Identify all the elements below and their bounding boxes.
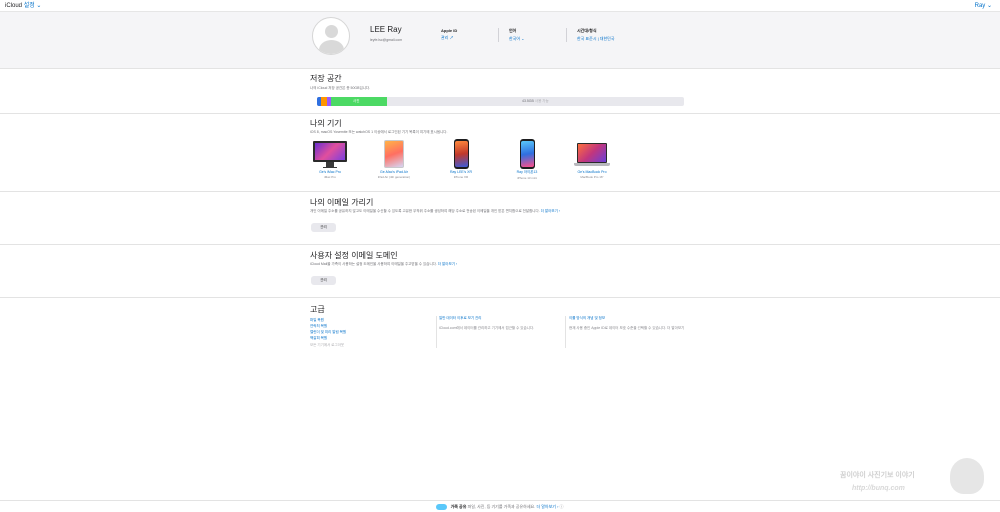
watermark-url: http://bunq.com: [852, 485, 905, 492]
device-item[interactable]: Ray LEE's XR iPhone XR: [438, 139, 484, 179]
timezone-label: 시간대/형식: [577, 28, 597, 33]
avatar-body-shape: [319, 40, 344, 54]
section-divider: [0, 297, 1000, 298]
footer: 가족 공유 파일, 사진, 등 기기를 가족과 공유하세요. 더 알아보기 › …: [0, 500, 1000, 511]
info-icon[interactable]: ⓘ: [560, 504, 564, 509]
device-model: iPad Air (4th generation): [377, 175, 411, 179]
custom-domain-description: iCloud Mail을 가족이 사용하는 설정 도메인을 사용하여 이메일을 …: [310, 262, 437, 266]
timezone-section: 시간대/형식 한국 표준시 | 대한민국: [577, 28, 615, 42]
icloud-logo: iCloud: [5, 3, 23, 9]
profile-name: LEE Ray: [370, 25, 402, 34]
section-divider: [0, 113, 1000, 114]
restore-calendars-link[interactable]: 캘린더 및 미리 알림 복원: [310, 330, 346, 335]
chevron-down-icon: ⌄: [36, 3, 42, 9]
advanced-data-column: 일반 데이터 이후로 보기 관리 iCloud.com에서 데이터를 관리하고 …: [439, 316, 559, 331]
external-link-icon: ↗: [449, 35, 454, 40]
advanced-data-title[interactable]: 일반 데이터 이후로 보기 관리: [439, 316, 559, 321]
advanced-data-description: iCloud.com에서 데이터를 관리하고 기기에서 접근할 수 있습니다.: [439, 326, 535, 330]
footer-learn-more-link[interactable]: 더 알아보기 ›: [536, 504, 558, 509]
divider: [566, 28, 567, 42]
custom-domain-subtitle: iCloud Mail을 가족이 사용하는 설정 도메인을 사용하여 이메일을 …: [310, 262, 457, 267]
user-menu[interactable]: Ray ⌄: [975, 0, 992, 12]
hide-email-description: 개인 이메일 주소를 공유하지 않고도 이메일을 수신할 수 있도록 고유한 무…: [310, 209, 540, 213]
ipad-icon: [384, 139, 404, 169]
sign-out-all-link[interactable]: 모든 기기에서 로그아웃: [310, 343, 344, 348]
custom-domain-learn-more-link[interactable]: 더 알아보기 ›: [438, 262, 457, 266]
advanced-protection-column: 이를 방식의 개념 및 정보 현재 사용 중인 Apple ID로 데이터 보호…: [569, 316, 689, 331]
restore-files-link[interactable]: 파일 복원: [310, 318, 324, 323]
apple-id-manage-link[interactable]: 관리 ↗: [441, 35, 457, 41]
avatar-head-shape: [325, 25, 338, 38]
apple-id-manage-label: 관리: [441, 35, 449, 40]
mascot-logo-icon: [950, 458, 984, 494]
device-item[interactable]: Ge's iMac Pro iMac Pro: [307, 139, 353, 179]
storage-photos-label: 사진: [353, 99, 360, 103]
family-sharing-icon: [436, 503, 448, 510]
chevron-down-icon: ⌄: [986, 3, 992, 9]
iphone-icon: [519, 139, 535, 169]
avatar[interactable]: [312, 17, 350, 55]
custom-domain-manage-button[interactable]: 관리: [311, 276, 336, 285]
app-brand[interactable]: iCloud 설정 ⌄: [5, 0, 41, 12]
watermark-text: 꿈이야이 사진기보 이야기: [840, 472, 915, 479]
imac-icon: [313, 139, 347, 169]
macbook-icon: [574, 139, 610, 169]
divider: [436, 316, 437, 348]
profile-email: leyfe.lsc@gmail.com: [370, 38, 403, 42]
device-model: iPhone 13 mini: [517, 176, 537, 180]
storage-free-amount: 43.5GB: [522, 99, 534, 103]
storage-free-text: 43.5GB 사용 가능: [522, 97, 549, 106]
section-divider: [0, 191, 1000, 192]
app-title: 설정: [23, 3, 35, 9]
advanced-protection-description: 현재 사용 중인 Apple ID로 데이터 보호 수준을 선택할 수 있습니다…: [569, 326, 685, 330]
device-model: MacBook Pro 16": [580, 175, 604, 179]
device-item[interactable]: Ge-Mac's iPad Air iPad Air (4th generati…: [371, 139, 417, 179]
hide-email-manage-button[interactable]: 관리: [311, 223, 336, 232]
device-name: Ge-Mac's iPad Air: [380, 170, 408, 174]
device-item[interactable]: Ge's MacBook Pro MacBook Pro 16": [569, 139, 615, 179]
apple-id-label: Apple ID: [441, 28, 458, 33]
user-menu-label: Ray: [974, 3, 986, 9]
top-bar: iCloud 설정 ⌄ Ray ⌄: [0, 0, 1000, 12]
devices-subtitle: iOS 8, macOS Yosemite 또는 watchOS 1 이상에서 …: [310, 130, 448, 134]
divider: [565, 316, 566, 348]
device-model: iMac Pro: [324, 175, 336, 179]
timezone-selector[interactable]: 한국 표준시 | 대한민국: [577, 36, 615, 42]
profile-header: LEE Ray leyfe.lsc@gmail.com Apple ID 관리 …: [0, 12, 1000, 69]
custom-domain-title: 사용자 설정 이메일 도메인: [310, 251, 398, 260]
footer-text: 파일, 사진, 등 기기를 가족과 공유하세요.: [467, 504, 536, 509]
device-name: Ge's iMac Pro: [319, 170, 341, 174]
device-model: iPhone XR: [453, 175, 469, 179]
advanced-protection-title[interactable]: 이를 방식의 개념 및 정보: [569, 316, 689, 321]
device-name: Ray 아이폰13: [516, 170, 538, 174]
hide-email-subtitle: 개인 이메일 주소를 공유하지 않고도 이메일을 수신할 수 있도록 고유한 무…: [310, 209, 560, 214]
language-label: 언어: [509, 28, 517, 33]
device-name: Ge's MacBook Pro: [577, 170, 607, 174]
storage-free-suffix: 사용 가능: [534, 99, 549, 103]
devices-title: 나의 기기: [310, 119, 342, 128]
device-name: Ray LEE's XR: [449, 170, 473, 174]
chevron-down-icon: ⌄: [521, 36, 525, 41]
language-selector[interactable]: 한국어 ⌄: [509, 36, 525, 42]
device-item[interactable]: Ray 아이폰13 iPhone 13 mini: [504, 139, 550, 180]
storage-bar[interactable]: 사진 43.5GB 사용 가능: [317, 97, 684, 106]
language-section: 언어 한국어 ⌄: [509, 28, 525, 42]
language-value: 한국어: [509, 36, 521, 41]
restore-contacts-link[interactable]: 연락처 복원: [310, 324, 327, 329]
restore-bookmarks-link[interactable]: 책갈피 복원: [310, 336, 327, 341]
iphone-icon: [453, 139, 469, 169]
section-divider: [0, 244, 1000, 245]
hide-email-learn-more-link[interactable]: 더 알아보기 ›: [541, 209, 560, 213]
storage-subtitle: 나의 iCloud 저장 공간은 총 50GB입니다.: [310, 86, 371, 90]
advanced-title: 고급: [310, 305, 325, 314]
storage-title: 저장 공간: [310, 74, 342, 83]
divider: [498, 28, 499, 42]
hide-email-title: 나의 이메일 가리기: [310, 198, 374, 207]
footer-label: 가족 공유: [450, 504, 467, 509]
apple-id-section: Apple ID 관리 ↗: [441, 28, 457, 41]
